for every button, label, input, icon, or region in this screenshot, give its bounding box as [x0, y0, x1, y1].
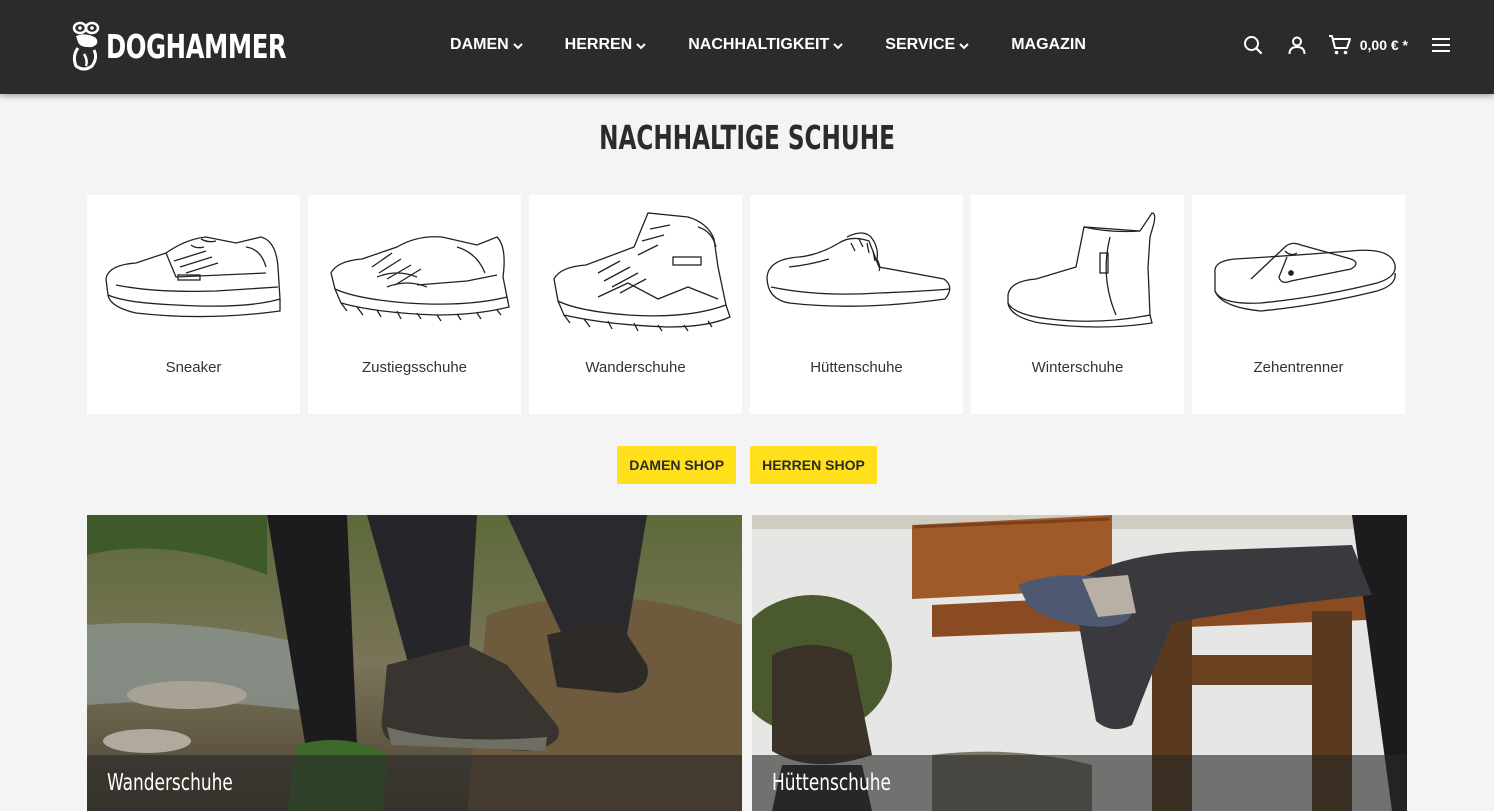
- banner-wanderschuhe[interactable]: Wanderschuhe: [87, 515, 742, 811]
- brand-logo[interactable]: DOGHAMMER: [70, 18, 326, 74]
- damen-shop-button[interactable]: DAMEN SHOP: [617, 446, 737, 484]
- herren-shop-button[interactable]: HERREN SHOP: [750, 446, 877, 484]
- cart-icon: [1328, 35, 1351, 55]
- account-icon: [1288, 36, 1306, 55]
- nav-item-label: DAMEN: [450, 36, 509, 53]
- winter-boot-drawing-icon: [1007, 212, 1156, 328]
- brand-name: DOGHAMMER: [106, 26, 287, 66]
- nav-item-magazin[interactable]: MAGAZIN: [1011, 34, 1086, 56]
- nav-item-herren[interactable]: HERREN: [565, 34, 647, 56]
- category-card-zehentrenner[interactable]: Zehentrenner: [1192, 195, 1405, 414]
- nav-item-service[interactable]: SERVICE: [885, 34, 969, 56]
- dog-logo-icon: [72, 21, 100, 71]
- nav-item-label: HERREN: [564, 36, 633, 53]
- category-card-zustiegsschuhe[interactable]: Zustiegsschuhe: [308, 195, 521, 414]
- nav-item-nachhaltigkeit[interactable]: NACHHALTIGKEIT: [688, 34, 843, 56]
- hiking-boot-drawing-icon: [553, 212, 731, 332]
- page-title: NACHHALTIGE SCHUHE: [599, 118, 895, 157]
- search-icon: [1243, 36, 1262, 55]
- category-card-winterschuhe[interactable]: Winterschuhe: [971, 195, 1184, 414]
- category-label: Winterschuhe: [1031, 359, 1124, 376]
- slipper-drawing-icon: [766, 232, 951, 307]
- chevron-down-icon: [833, 43, 843, 50]
- category-grid: Sneaker Zustiegsschuhe Wanderschuhe Hütt…: [87, 195, 1405, 414]
- approach-shoe-drawing-icon: [330, 236, 510, 322]
- banner-caption-text: Wanderschuhe: [107, 770, 233, 796]
- nav-item-damen[interactable]: DAMEN: [450, 34, 523, 56]
- header-actions: 0,00 € *: [1240, 32, 1454, 58]
- chevron-down-icon: [959, 43, 969, 50]
- category-label: Zustiegsschuhe: [361, 359, 468, 376]
- banner-caption: Hüttenschuhe: [752, 755, 1407, 811]
- category-banners: Wanderschuhe Hüttenschuhe: [87, 515, 1407, 811]
- sneaker-drawing-icon: [105, 236, 281, 318]
- menu-button[interactable]: [1428, 32, 1454, 58]
- chevron-down-icon: [636, 43, 646, 50]
- menu-icon: [1432, 38, 1450, 52]
- cart-button[interactable]: 0,00 € *: [1328, 34, 1408, 56]
- site-header: DOGHAMMER DAMEN HERREN NACHHALTIGKEIT SE…: [0, 0, 1494, 94]
- category-card-sneaker[interactable]: Sneaker: [87, 195, 300, 414]
- nav-item-label: MAGAZIN: [1011, 36, 1086, 53]
- category-label: Hüttenschuhe: [810, 359, 903, 376]
- banner-caption: Wanderschuhe: [87, 755, 742, 811]
- chevron-down-icon: [512, 43, 523, 50]
- banner-huettenschuhe[interactable]: Hüttenschuhe: [752, 515, 1407, 811]
- main-nav: DAMEN HERREN NACHHALTIGKEIT SERVICE MAGA…: [450, 34, 1086, 56]
- category-label: Zehentrenner: [1253, 359, 1344, 376]
- shop-buttons: DAMEN SHOP HERREN SHOP: [0, 446, 1494, 484]
- nav-item-label: SERVICE: [885, 36, 956, 53]
- category-card-huettenschuhe[interactable]: Hüttenschuhe: [750, 195, 963, 414]
- category-label: Sneaker: [165, 359, 222, 376]
- search-button[interactable]: [1240, 32, 1266, 58]
- account-button[interactable]: [1284, 32, 1310, 58]
- cart-total: 0,00 € *: [1359, 37, 1408, 53]
- nav-item-label: NACHHALTIGKEIT: [688, 36, 830, 53]
- category-label: Wanderschuhe: [585, 359, 686, 376]
- category-card-wanderschuhe[interactable]: Wanderschuhe: [529, 195, 742, 414]
- banner-caption-text: Hüttenschuhe: [772, 770, 891, 796]
- flip-flop-drawing-icon: [1214, 242, 1396, 312]
